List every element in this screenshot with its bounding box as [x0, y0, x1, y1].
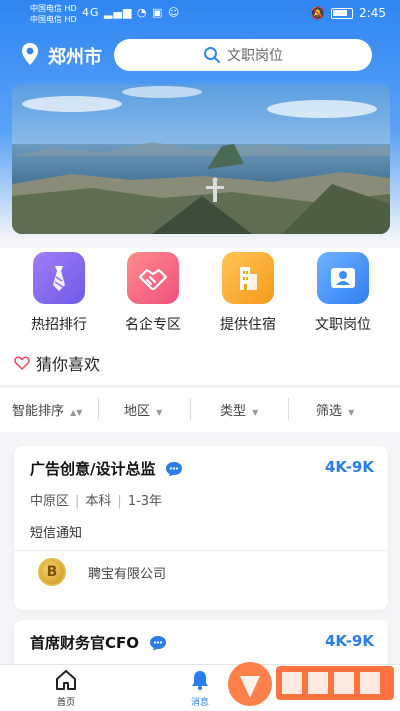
category-label: 文职岗位 — [315, 317, 371, 333]
chat-icon[interactable] — [149, 635, 167, 651]
search-placeholder: 文职岗位 — [227, 48, 283, 64]
job-note: 短信通知 — [30, 526, 83, 541]
building-icon — [222, 252, 274, 304]
job-title: 广告创意/设计总监 — [30, 460, 156, 478]
job-card[interactable]: 广告创意/设计总监 4K-9K 中原区 | 本科 | 1-3年 短信通知 B 聘宝有限公… — [14, 446, 388, 610]
filter-smart-sort[interactable]: 智能排序 ▲▼ — [12, 400, 82, 419]
status-right: 🔕 2:45 — [310, 6, 386, 20]
clock: 2:45 — [359, 6, 386, 20]
filter-type[interactable]: 类型 ▼ — [220, 400, 258, 419]
filter-region[interactable]: 地区 ▼ — [124, 400, 162, 419]
section-header: 猜你喜欢 — [0, 340, 400, 386]
filter-label: 类型 — [220, 404, 247, 419]
divider — [98, 398, 99, 420]
filter-label: 地区 — [124, 404, 151, 419]
carrier-2: 中国电信 HD — [30, 15, 77, 24]
signal-text: 4G — [82, 6, 100, 19]
carrier-info: 中国电信 HD 中国电信 HD — [30, 3, 77, 25]
job-education: 本科 — [85, 494, 112, 509]
section-title: 猜你喜欢 — [36, 354, 101, 374]
signal-icons: 4G ▂▄▆ ◔ ▣ ☺ — [82, 6, 181, 19]
divider — [190, 398, 191, 420]
chevron-down-icon: ▼ — [252, 408, 259, 417]
job-salary: 4K-9K — [324, 458, 374, 476]
divider — [14, 550, 388, 551]
company-row[interactable]: B 聘宝有限公司 — [38, 558, 166, 586]
category-accommodation[interactable]: 提供住宿 — [203, 252, 293, 334]
category-famous-companies[interactable]: 名企专区 — [108, 252, 198, 334]
filter-more[interactable]: 筛选 ▼ — [316, 400, 354, 419]
location-pin-icon[interactable] — [20, 42, 40, 66]
divider — [288, 398, 289, 420]
handshake-icon — [127, 252, 179, 304]
home-icon — [56, 670, 76, 690]
category-clerical-jobs[interactable]: 文职岗位 — [298, 252, 388, 334]
company-name: 聘宝有限公司 — [88, 566, 167, 582]
mute-icon: 🔕 — [310, 6, 326, 20]
search-icon — [204, 47, 220, 63]
category-label: 热招排行 — [31, 317, 87, 333]
banner-image[interactable] — [12, 84, 390, 234]
battery-icon — [331, 7, 354, 19]
bell-icon — [192, 671, 208, 690]
sort-arrows-icon: ▲▼ — [70, 408, 83, 417]
category-label: 提供住宿 — [220, 317, 276, 333]
job-title-row: 广告创意/设计总监 — [30, 458, 183, 479]
top-bar: 郑州市 文职岗位 — [0, 37, 400, 73]
company-logo-icon: B — [38, 558, 66, 586]
category-grid: 热招排行 名企专区 提供住宿 文职岗位 — [0, 248, 400, 340]
heart-icon — [14, 356, 30, 370]
filter-bar: 智能排序 ▲▼ 地区 ▼ 类型 ▼ 筛选 ▼ — [0, 388, 400, 432]
carrier-1: 中国电信 HD — [30, 4, 77, 13]
job-title: 首席财务官CFO — [30, 634, 140, 652]
filter-label: 筛选 — [316, 404, 343, 419]
status-bar: 中国电信 HD 中国电信 HD 4G ▂▄▆ ◔ ▣ ☺ 🔕 2:45 — [0, 0, 400, 28]
site-watermark-logo — [228, 662, 394, 706]
category-label: 名企专区 — [125, 317, 181, 333]
necktie-icon — [33, 252, 85, 304]
search-input[interactable]: 文职岗位 — [114, 39, 372, 71]
job-title-row: 首席财务官CFO — [30, 632, 167, 653]
city-landscape-image — [12, 84, 390, 234]
chevron-down-icon: ▼ — [156, 408, 163, 417]
job-experience: 1-3年 — [127, 494, 163, 509]
category-hot-ranking[interactable]: 热招排行 — [14, 252, 104, 334]
user-card-icon — [317, 252, 369, 304]
chat-icon[interactable] — [165, 461, 183, 477]
filter-label: 智能排序 — [12, 404, 65, 419]
tab-home[interactable]: 首页 — [36, 669, 96, 708]
city-selector[interactable]: 郑州市 — [48, 43, 102, 69]
job-district: 中原区 — [30, 494, 70, 509]
job-meta: 中原区 | 本科 | 1-3年 — [30, 494, 163, 509]
job-salary: 4K-9K — [324, 632, 374, 650]
tab-label: 首页 — [56, 698, 75, 708]
chevron-down-icon: ▼ — [348, 408, 355, 417]
